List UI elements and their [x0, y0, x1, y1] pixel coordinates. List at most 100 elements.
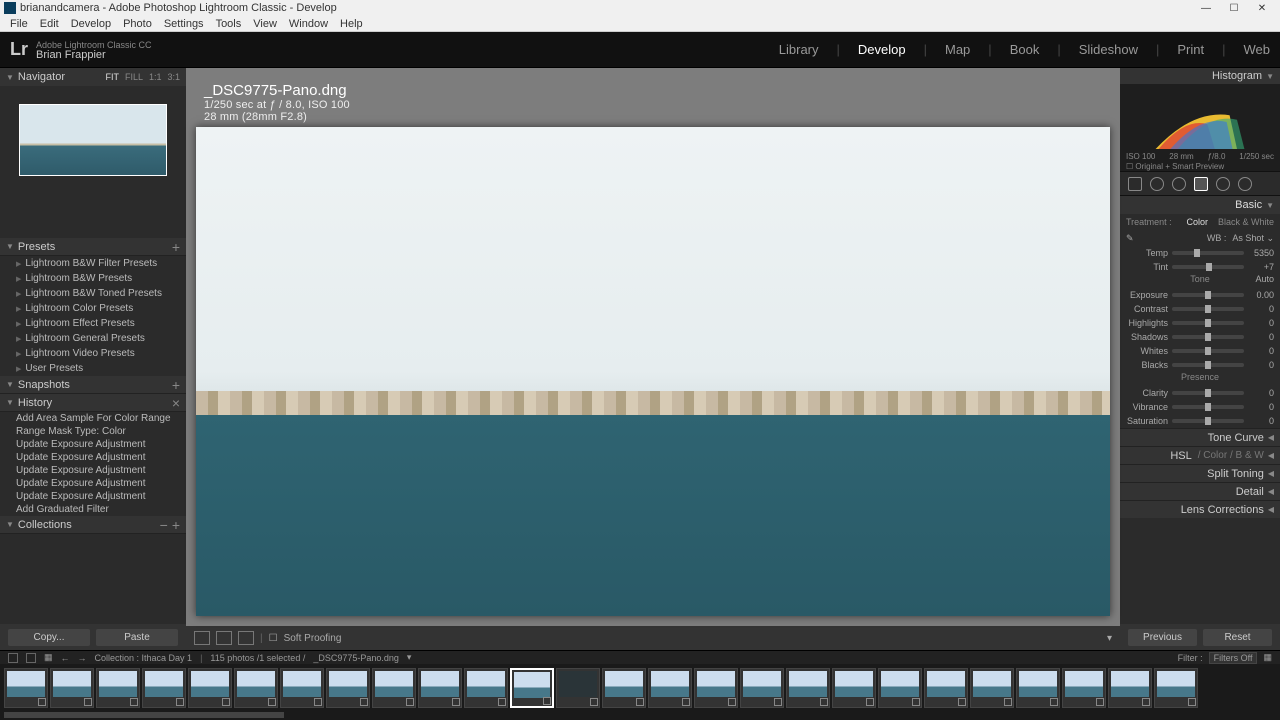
collection-path[interactable]: Collection : Ithaca Day 1	[95, 653, 193, 663]
filmstrip-thumb[interactable]	[4, 668, 48, 708]
filmstrip-thumb[interactable]	[1154, 668, 1198, 708]
copy-button[interactable]: Copy...	[8, 629, 90, 646]
tint-slider[interactable]: Tint+7	[1120, 260, 1280, 274]
filmstrip-thumb[interactable]	[878, 668, 922, 708]
module-slideshow[interactable]: Slideshow	[1079, 42, 1138, 57]
preset-folder[interactable]: User Presets	[0, 361, 186, 376]
filmstrip[interactable]	[0, 664, 1280, 712]
clarity-slider[interactable]: Clarity0	[1120, 386, 1280, 400]
filmstrip-thumb[interactable]	[280, 668, 324, 708]
history-step[interactable]: Update Exposure Adjustment	[0, 451, 186, 464]
menu-tools[interactable]: Tools	[210, 18, 248, 30]
filmstrip-thumb[interactable]	[510, 668, 554, 708]
basic-panel-header[interactable]: Basic ▼	[1120, 196, 1280, 214]
menu-develop[interactable]: Develop	[65, 18, 117, 30]
filmstrip-thumb[interactable]	[1062, 668, 1106, 708]
nav-back-icon[interactable]: ←	[61, 653, 70, 663]
redeye-tool-icon[interactable]	[1172, 177, 1186, 191]
history-step[interactable]: Add Area Sample For Color Range	[0, 412, 186, 425]
filmstrip-thumb[interactable]	[786, 668, 830, 708]
filmstrip-thumb[interactable]	[142, 668, 186, 708]
module-map[interactable]: Map	[945, 42, 970, 57]
menu-help[interactable]: Help	[334, 18, 369, 30]
clear-icon[interactable]: ×	[172, 398, 180, 408]
module-print[interactable]: Print	[1177, 42, 1204, 57]
crop-tool-icon[interactable]	[1128, 177, 1142, 191]
zoom-1-1[interactable]: 1:1	[149, 72, 162, 82]
split-toning-panel-header[interactable]: Split Toning◀	[1120, 464, 1280, 482]
menu-photo[interactable]: Photo	[117, 18, 158, 30]
maximize-button[interactable]: ☐	[1220, 0, 1248, 16]
auto-tone-button[interactable]: Auto	[1255, 274, 1274, 284]
histogram-header[interactable]: Histogram ▼	[1120, 68, 1280, 84]
filmstrip-thumb[interactable]	[418, 668, 462, 708]
module-book[interactable]: Book	[1010, 42, 1040, 57]
filmstrip-thumb[interactable]	[1016, 668, 1060, 708]
history-header[interactable]: ▼ History ×	[0, 394, 186, 412]
module-web[interactable]: Web	[1244, 42, 1271, 57]
zoom-fill[interactable]: FILL	[125, 72, 143, 82]
contrast-slider[interactable]: Contrast0	[1120, 302, 1280, 316]
navigator-header[interactable]: ▼ Navigator FITFILL1:13:1	[0, 68, 186, 86]
grid-view-icon[interactable]: ▦	[44, 652, 53, 663]
history-step[interactable]: Add Graduated Filter	[0, 503, 186, 516]
vibrance-slider[interactable]: Vibrance0	[1120, 400, 1280, 414]
filmstrip-thumb[interactable]	[832, 668, 876, 708]
presets-header[interactable]: ▼ Presets +	[0, 238, 186, 256]
histogram-panel[interactable]: ISO 100 28 mm ƒ/8.0 1/250 sec ☐ Original…	[1120, 84, 1280, 172]
second-window-icon[interactable]	[26, 653, 36, 663]
filmstrip-scrollbar[interactable]	[0, 712, 1280, 720]
filmstrip-thumb[interactable]	[50, 668, 94, 708]
graduated-filter-icon[interactable]	[1194, 177, 1208, 191]
zoom-fit[interactable]: FIT	[105, 72, 119, 82]
hsl-panel-header[interactable]: HSL/ Color / B & W◀	[1120, 446, 1280, 464]
add-icon[interactable]: +	[172, 520, 180, 530]
soft-proofing-checkbox[interactable]: ☐	[269, 633, 278, 644]
filmstrip-thumb[interactable]	[740, 668, 784, 708]
menu-window[interactable]: Window	[283, 18, 334, 30]
nav-forward-icon[interactable]: →	[78, 653, 87, 663]
wb-eyedropper-icon[interactable]: ✎	[1126, 233, 1134, 244]
highlights-slider[interactable]: Highlights0	[1120, 316, 1280, 330]
tone-curve-panel-header[interactable]: Tone Curve◀	[1120, 428, 1280, 446]
lens-corrections-panel-header[interactable]: Lens Corrections◀	[1120, 500, 1280, 518]
menu-settings[interactable]: Settings	[158, 18, 210, 30]
collections-header[interactable]: ▼ Collections − +	[0, 516, 186, 534]
filename-dropdown-icon[interactable]: ▾	[407, 652, 412, 663]
main-window-icon[interactable]	[8, 653, 18, 663]
preset-folder[interactable]: Lightroom B&W Toned Presets	[0, 286, 186, 301]
adjustment-brush-icon[interactable]	[1238, 177, 1252, 191]
exposure-slider[interactable]: Exposure0.00	[1120, 288, 1280, 302]
menu-edit[interactable]: Edit	[34, 18, 65, 30]
detail-panel-header[interactable]: Detail◀	[1120, 482, 1280, 500]
filmstrip-thumb[interactable]	[188, 668, 232, 708]
blacks-slider[interactable]: Blacks0	[1120, 358, 1280, 372]
saturation-slider[interactable]: Saturation0	[1120, 414, 1280, 428]
menu-file[interactable]: File	[4, 18, 34, 30]
remove-icon[interactable]: −	[160, 520, 168, 530]
filmstrip-thumb[interactable]	[648, 668, 692, 708]
history-step[interactable]: Update Exposure Adjustment	[0, 464, 186, 477]
snapshots-header[interactable]: ▼ Snapshots +	[0, 376, 186, 394]
filmstrip-thumb[interactable]	[372, 668, 416, 708]
loupe-image[interactable]	[196, 127, 1110, 616]
toolbar-dropdown-icon[interactable]: ▾	[1107, 633, 1112, 644]
zoom-3-1[interactable]: 3:1	[167, 72, 180, 82]
previous-button[interactable]: Previous	[1128, 629, 1197, 646]
history-step[interactable]: Update Exposure Adjustment	[0, 438, 186, 451]
loupe-view-icon[interactable]	[194, 631, 210, 645]
temp-slider[interactable]: Temp5350	[1120, 246, 1280, 260]
spot-removal-icon[interactable]	[1150, 177, 1164, 191]
treatment-color[interactable]: Color	[1186, 217, 1208, 227]
menu-view[interactable]: View	[247, 18, 283, 30]
filter-lock-icon[interactable]: ▦	[1263, 652, 1272, 663]
history-step[interactable]: Update Exposure Adjustment	[0, 477, 186, 490]
preset-folder[interactable]: Lightroom B&W Filter Presets	[0, 256, 186, 271]
filmstrip-thumb[interactable]	[970, 668, 1014, 708]
filmstrip-thumb[interactable]	[694, 668, 738, 708]
add-icon[interactable]: +	[172, 242, 180, 252]
preset-folder[interactable]: Lightroom B&W Presets	[0, 271, 186, 286]
filmstrip-thumb[interactable]	[1108, 668, 1152, 708]
minimize-button[interactable]: —	[1192, 0, 1220, 16]
whites-slider[interactable]: Whites0	[1120, 344, 1280, 358]
